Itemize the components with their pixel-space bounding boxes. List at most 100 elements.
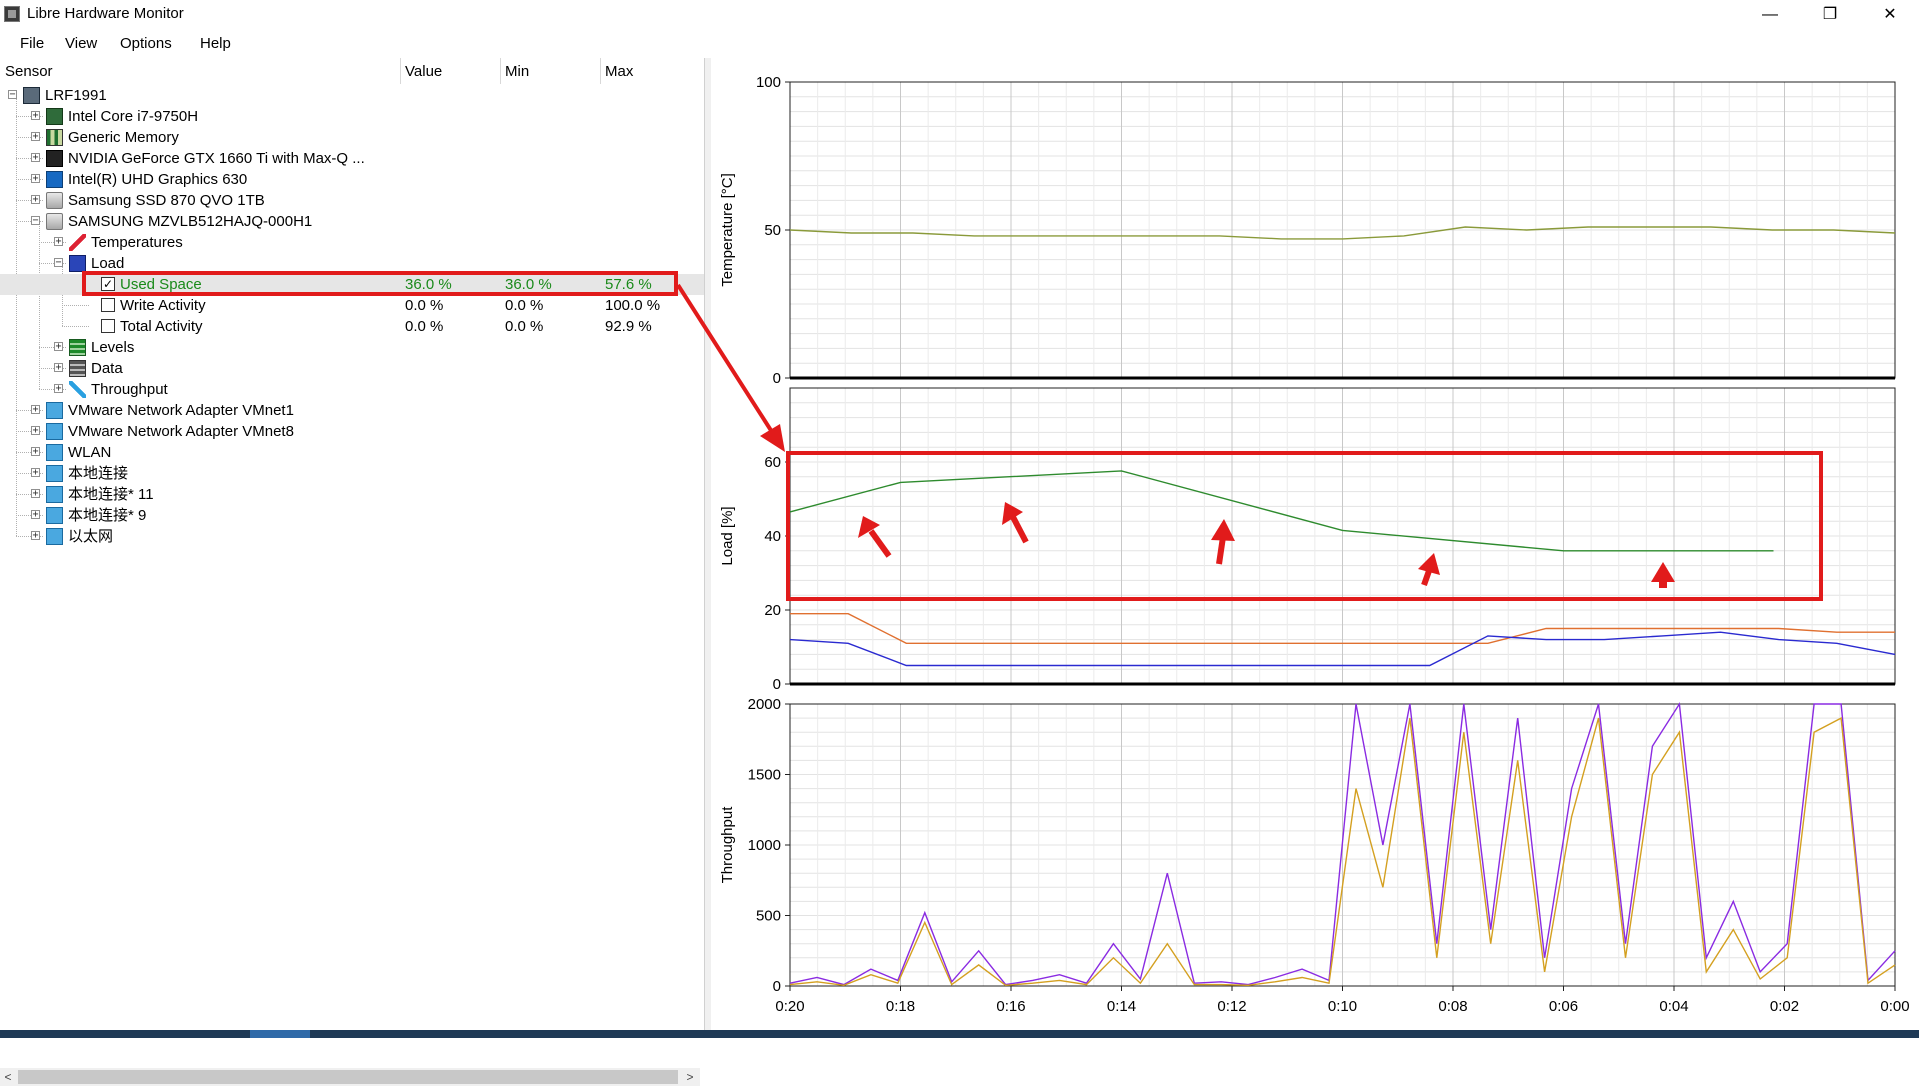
- y-tick-label: 0: [773, 978, 781, 995]
- expand-icon[interactable]: +: [31, 111, 40, 121]
- expand-icon[interactable]: +: [31, 405, 40, 415]
- memory-icon: [46, 129, 63, 146]
- tree-row-throughput[interactable]: + Throughput: [0, 379, 704, 400]
- expand-icon[interactable]: +: [54, 384, 63, 394]
- x-tick-label: 0:16: [996, 998, 1025, 1015]
- expand-icon[interactable]: +: [54, 363, 63, 373]
- tree-row-data[interactable]: + Data: [0, 358, 704, 379]
- column-separator[interactable]: [400, 58, 401, 84]
- x-tick-label: 0:18: [886, 998, 915, 1015]
- sensor-max: 100.0 %: [605, 297, 661, 314]
- network-icon: [46, 486, 63, 503]
- tree-row-vmnet8[interactable]: + VMware Network Adapter VMnet8: [0, 421, 704, 442]
- menu-help[interactable]: Help: [200, 35, 231, 52]
- throughput-icon: [69, 381, 86, 398]
- plot-checkbox[interactable]: [101, 319, 115, 333]
- expand-icon[interactable]: +: [31, 153, 40, 163]
- expand-icon[interactable]: +: [54, 342, 63, 352]
- y-tick-label: 2000: [748, 696, 781, 713]
- tree-row-ssd-mzv[interactable]: − SAMSUNG MZVLB512HAJQ-000H1: [0, 211, 704, 232]
- tree-row-local9[interactable]: + 本地连接* 9: [0, 505, 704, 526]
- y-tick-label: 1000: [748, 837, 781, 854]
- column-separator[interactable]: [600, 58, 601, 84]
- tree-row-gpu-intel[interactable]: + Intel(R) UHD Graphics 630: [0, 169, 704, 190]
- tree-label: Temperatures: [91, 234, 183, 251]
- tree-row-temps[interactable]: + Temperatures: [0, 232, 704, 253]
- tree-label: LRF1991: [45, 87, 107, 104]
- tree-row-local1[interactable]: + 本地连接: [0, 463, 704, 484]
- menu-view[interactable]: View: [65, 35, 97, 52]
- scroll-right-icon[interactable]: >: [682, 1068, 698, 1086]
- tree-label: Total Activity: [120, 318, 203, 335]
- tree-row-write-activity[interactable]: Write Activity 0.0 % 0.0 % 100.0 %: [0, 295, 704, 316]
- y-tick-label: 0: [773, 676, 781, 693]
- minimize-button[interactable]: —: [1741, 0, 1799, 29]
- tree-row-mem[interactable]: + Generic Memory: [0, 127, 704, 148]
- tree-row-local11[interactable]: + 本地连接* 11: [0, 484, 704, 505]
- tree-label: Intel Core i7-9750H: [68, 108, 199, 125]
- menu-options[interactable]: Options: [120, 35, 172, 52]
- cpu-icon: [46, 108, 63, 125]
- x-tick-label: 0:20: [775, 998, 804, 1015]
- column-header-min[interactable]: Min: [505, 63, 529, 80]
- tree-row-ssd-870[interactable]: + Samsung SSD 870 QVO 1TB: [0, 190, 704, 211]
- tree-row-ethernet[interactable]: + 以太网: [0, 526, 704, 547]
- menu-file[interactable]: File: [20, 35, 44, 52]
- expand-icon[interactable]: +: [31, 195, 40, 205]
- highlight-used-space-row: [82, 271, 678, 296]
- tree-row-levels[interactable]: + Levels: [0, 337, 704, 358]
- tree-row-vmnet1[interactable]: + VMware Network Adapter VMnet1: [0, 400, 704, 421]
- scroll-left-icon[interactable]: <: [0, 1068, 16, 1086]
- data-icon: [69, 360, 86, 377]
- y-tick-label: 1500: [748, 767, 781, 784]
- tree-label: VMware Network Adapter VMnet8: [68, 423, 294, 440]
- tree-label: 本地连接* 11: [68, 486, 154, 503]
- title-bar: Libre Hardware Monitor — ❐ ✕: [0, 0, 1919, 29]
- taskbar-item[interactable]: [250, 1030, 310, 1038]
- network-icon: [46, 465, 63, 482]
- expand-icon[interactable]: +: [31, 468, 40, 478]
- y-axis-label: Temperature [°C]: [719, 173, 736, 287]
- window-title: Libre Hardware Monitor: [27, 5, 184, 22]
- y-tick-label: 60: [764, 454, 781, 471]
- computer-icon: [23, 87, 40, 104]
- tree-row-root[interactable]: − LRF1991: [0, 85, 704, 106]
- expand-icon[interactable]: +: [31, 132, 40, 142]
- tree-row-cpu[interactable]: + Intel Core i7-9750H: [0, 106, 704, 127]
- x-tick-label: 0:12: [1217, 998, 1246, 1015]
- thermometer-icon: [69, 234, 86, 251]
- expand-icon[interactable]: +: [31, 174, 40, 184]
- tree-row-gpu-nvidia[interactable]: + NVIDIA GeForce GTX 1660 Ti with Max-Q .…: [0, 148, 704, 169]
- tree-row-total-activity[interactable]: Total Activity 0.0 % 0.0 % 92.9 %: [0, 316, 704, 337]
- horizontal-scrollbar[interactable]: < >: [0, 1068, 700, 1086]
- close-button[interactable]: ✕: [1861, 0, 1919, 29]
- column-header-sensor[interactable]: Sensor: [5, 63, 53, 80]
- collapse-icon[interactable]: −: [54, 258, 63, 268]
- column-header-max[interactable]: Max: [605, 63, 633, 80]
- sensor-value: 0.0 %: [405, 318, 444, 335]
- expand-icon[interactable]: +: [31, 531, 40, 541]
- tree-label: WLAN: [68, 444, 112, 461]
- plot-checkbox[interactable]: [101, 298, 115, 312]
- levels-icon: [69, 339, 86, 356]
- network-icon: [46, 507, 63, 524]
- network-icon: [46, 444, 63, 461]
- tree-row-wlan[interactable]: + WLAN: [0, 442, 704, 463]
- expand-icon[interactable]: +: [31, 447, 40, 457]
- column-separator[interactable]: [500, 58, 501, 84]
- expand-icon[interactable]: +: [31, 510, 40, 520]
- expand-icon[interactable]: +: [31, 489, 40, 499]
- expand-icon[interactable]: +: [31, 426, 40, 436]
- tree-label: SAMSUNG MZVLB512HAJQ-000H1: [68, 213, 313, 230]
- collapse-icon[interactable]: −: [31, 216, 40, 226]
- maximize-button[interactable]: ❐: [1801, 0, 1859, 29]
- expand-icon[interactable]: +: [54, 237, 63, 247]
- column-header-value[interactable]: Value: [405, 63, 442, 80]
- x-tick-label: 0:04: [1659, 998, 1688, 1015]
- collapse-icon[interactable]: −: [8, 90, 17, 100]
- load-icon: [69, 255, 86, 272]
- y-axis-label: Throughput: [719, 806, 736, 884]
- scrollbar-thumb[interactable]: [18, 1070, 678, 1084]
- tree-label: Data: [91, 360, 123, 377]
- y-axis-label: Load [%]: [719, 506, 736, 565]
